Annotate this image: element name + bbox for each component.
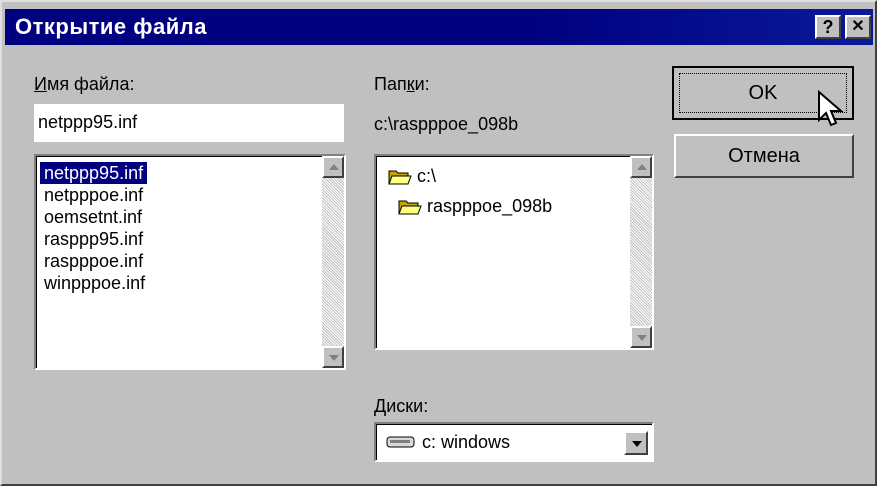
file-list-item[interactable]: rasppp95.inf: [40, 228, 147, 250]
scroll-down-button[interactable]: [630, 326, 652, 348]
tree-item-raspppoe-label: raspppoe_098b: [427, 196, 553, 216]
drives-value: c: windows: [422, 432, 511, 452]
scroll-up-button[interactable]: [322, 156, 344, 178]
drives-dropdown-button[interactable]: [624, 431, 648, 455]
filename-value[interactable]: netppp95.inf: [38, 112, 137, 133]
down-arrow-icon: [637, 335, 647, 341]
scroll-down-button[interactable]: [322, 346, 344, 368]
filename-label-accel: И: [34, 74, 47, 94]
folders-label: Папки:: [374, 74, 430, 95]
drive-icon: [386, 436, 415, 448]
filename-label-text: мя файла:: [46, 74, 135, 94]
current-folder-path: c:\raspppoe_098b: [374, 114, 519, 134]
file-list-item[interactable]: oemsetnt.inf: [40, 206, 146, 228]
file-list-item[interactable]: winpppoe.inf: [40, 272, 149, 294]
down-arrow-icon: [329, 355, 339, 361]
up-arrow-icon: [637, 164, 647, 170]
folders-label-pre: Пап: [374, 74, 407, 94]
folders-label-post: и:: [414, 74, 430, 94]
chevron-down-icon: [632, 441, 642, 447]
mouse-pointer-icon: [818, 90, 843, 127]
folders-label-accel: к: [406, 74, 415, 94]
open-folder-icon: [388, 170, 412, 185]
folder-tree[interactable]: c:\ raspppoe_098b: [374, 154, 654, 350]
cancel-button[interactable]: Отмена: [674, 134, 854, 178]
drives-combobox[interactable]: c: windows: [374, 422, 654, 462]
open-folder-icon: [398, 200, 422, 215]
drives-label-accel: Д: [374, 396, 387, 416]
open-file-dialog: Открытие файла ? ✕ Имя файла: netppp95.i…: [0, 0, 877, 486]
folder-tree-scrollbar[interactable]: [630, 156, 652, 348]
tree-item-root-label: c:\: [417, 166, 437, 186]
filename-label: Имя файла:: [34, 74, 134, 95]
tree-item-root[interactable]: c:\: [388, 166, 436, 187]
up-arrow-icon: [329, 164, 339, 170]
window-title: Открытие файла: [15, 14, 207, 39]
file-list-item[interactable]: raspppoe.inf: [40, 250, 147, 272]
scroll-up-button[interactable]: [630, 156, 652, 178]
help-button[interactable]: ?: [815, 15, 841, 39]
drives-label-text: иски:: [386, 396, 429, 416]
file-list-item[interactable]: netpppoe.inf: [40, 184, 147, 206]
file-list-scrollbar[interactable]: [322, 156, 344, 368]
filename-field[interactable]: netppp95.inf: [34, 104, 344, 142]
file-list-item[interactable]: netppp95.inf: [40, 162, 148, 184]
file-list[interactable]: netppp95.inf netpppoe.inf oemsetnt.inf rasp…: [34, 154, 346, 370]
title-bar[interactable]: Открытие файла ? ✕: [5, 9, 873, 45]
drives-label: Диски:: [374, 396, 428, 417]
close-button[interactable]: ✕: [845, 15, 871, 39]
tree-item-raspppoe[interactable]: raspppoe_098b: [398, 196, 552, 217]
